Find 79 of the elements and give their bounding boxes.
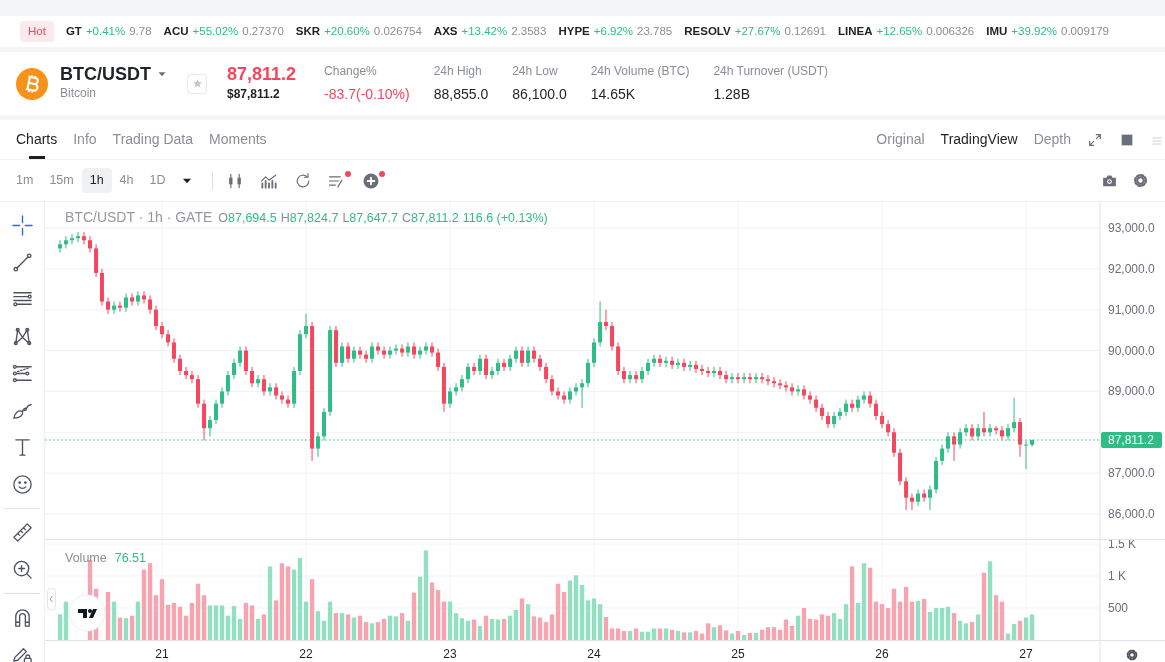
ticker-symbol: SKR — [295, 23, 321, 39]
interval-tab[interactable]: 15m — [41, 168, 82, 193]
ticker-price: 0.009179 — [1061, 23, 1109, 39]
stat-value: 1.28B — [713, 85, 751, 104]
ticker-item[interactable]: ACU +55.02% 0.27370 — [163, 22, 284, 41]
axis-label: 23 — [443, 647, 457, 661]
ticker-item[interactable]: LINEA +12.65% 0.006326 — [838, 22, 975, 41]
axis-label: 1 K — [1108, 569, 1126, 583]
ticker-symbol: IMU — [986, 23, 1008, 39]
ticker-item[interactable]: HYPE +6.92% 23.785 — [558, 22, 673, 41]
volume-value: 76.51 — [114, 551, 146, 565]
ticker-item[interactable]: RESOLV +27.67% 0.12691 — [684, 22, 826, 41]
ticker-item[interactable]: GT +0.41% 9.78 — [65, 22, 152, 41]
axis-label: 500 — [1108, 601, 1129, 615]
volume-label: Volume — [65, 551, 107, 565]
coin-name: Bitcoin — [60, 85, 98, 103]
pair-selector[interactable]: BTC/USDT — [60, 64, 151, 85]
ticker-item[interactable]: SKR +20.60% 0.026754 — [295, 22, 422, 41]
ticker-change: +6.92% — [593, 23, 634, 39]
ticker-symbol: ACU — [163, 23, 189, 39]
axis-label: 26 — [875, 647, 889, 661]
price-change: 116.6 (+0.13%) — [462, 211, 548, 225]
interval-tab[interactable]: 4h — [111, 168, 142, 193]
ticker-change: +55.02% — [192, 23, 239, 39]
ticker-price: 2.3583 — [511, 23, 547, 39]
ticker-change: +27.67% — [734, 23, 781, 39]
ticker-change: +0.41% — [85, 23, 126, 39]
tab[interactable]: Charts — [16, 119, 58, 160]
ticker-change: +20.60% — [324, 23, 370, 39]
interval-tab[interactable]: 1h — [81, 168, 112, 193]
ticker-symbol: HYPE — [558, 23, 590, 39]
axis-label: 86,000.0 — [1108, 507, 1155, 521]
ohlc-value: H87,824.7 — [280, 211, 339, 225]
stat-value: 14.65K — [590, 85, 637, 104]
last-price-label: 87,811.2 — [1101, 432, 1162, 448]
axis-label: 93,000.0 — [1108, 221, 1155, 235]
tab[interactable]: Info — [73, 119, 97, 160]
ticker-price: 0.27370 — [242, 23, 284, 39]
ticker-price: 0.006326 — [926, 23, 975, 39]
chart-title: BTC/USDT · 1h · GATE — [65, 209, 213, 225]
ticker-change: +13.42% — [461, 23, 508, 39]
stat-label: 24h Turnover (USDT) — [713, 63, 829, 80]
axis-label: 1.5 K — [1108, 540, 1137, 551]
ticker-price: 0.026754 — [373, 23, 422, 39]
last-price: 87,811.2 — [227, 63, 297, 86]
ohlc-value: O87,694.5 — [218, 211, 277, 225]
ticker-symbol: LINEA — [838, 23, 873, 39]
ticker-item[interactable]: AXS +13.42% 2.3583 — [433, 22, 547, 41]
ohlc-value: L87,647.7 — [342, 211, 398, 225]
ticker-price: 23.785 — [637, 23, 673, 39]
axis-label: 24 — [587, 647, 601, 661]
axis-label: 90,000.0 — [1108, 343, 1155, 358]
ticker-item[interactable]: IMU +39.92% 0.009179 — [986, 22, 1109, 41]
ticker-price: 9.78 — [129, 23, 152, 39]
ticker-change: +39.92% — [1011, 23, 1058, 39]
ticker-symbol: RESOLV — [684, 23, 731, 39]
ticker-symbol: AXS — [433, 23, 458, 39]
ohlc-value: C87,811.2 — [402, 211, 459, 225]
ref-line-label: 87,811.2 — [1108, 433, 1155, 448]
ticker-price: 0.12691 — [784, 23, 826, 39]
stat-value: -83.7(-0.10%) — [324, 85, 410, 104]
axis-label: 87,000.0 — [1108, 466, 1155, 481]
axis-label: 22 — [299, 647, 313, 661]
stat-label: 24h Volume (BTC) — [590, 63, 690, 80]
axis-label: 25 — [731, 647, 745, 661]
view-tab[interactable]: TradingView — [940, 129, 1018, 150]
axis-label: 89,000.0 — [1108, 384, 1155, 399]
ticker-change: +12.65% — [876, 23, 923, 39]
stat-value: 86,100.0 — [512, 85, 567, 104]
axis-label: 91,000.0 — [1108, 302, 1155, 317]
usd-price: $87,811.2 — [227, 86, 281, 104]
axis-label: 27 — [1019, 647, 1033, 661]
axis-label: 92,000.0 — [1108, 261, 1155, 276]
stat-label: Change% — [324, 63, 378, 80]
axis-label: 21 — [155, 647, 169, 661]
stat-value: 88,855.0 — [433, 85, 489, 104]
stat-label: 24h Low — [512, 63, 559, 80]
stat-label: 24h High — [433, 63, 483, 80]
ticker-symbol: GT — [65, 23, 82, 39]
